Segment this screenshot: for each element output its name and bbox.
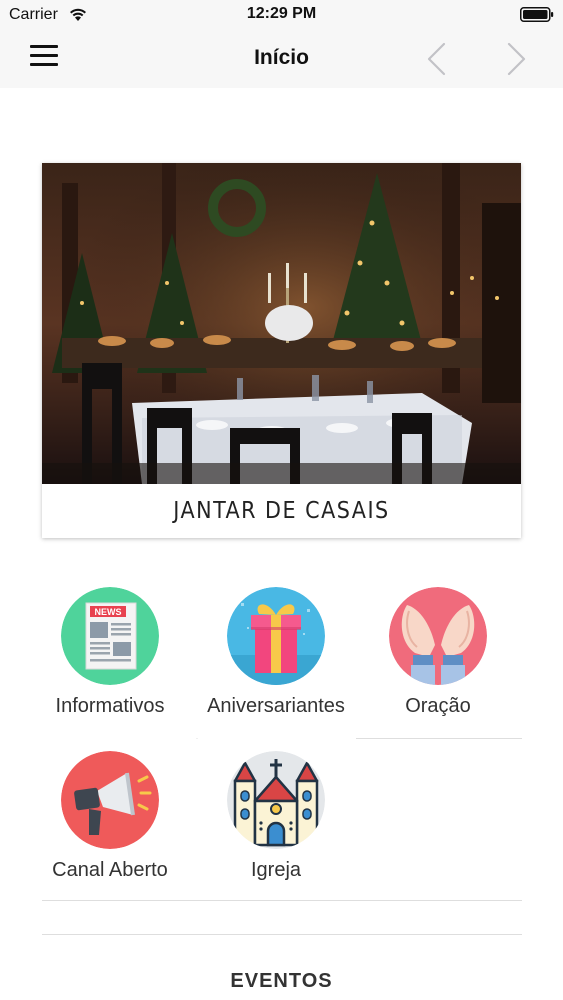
featured-event-image <box>42 163 521 484</box>
menu-item-informativos[interactable]: NEWS Informativos <box>30 587 190 737</box>
menu-item-label: Igreja <box>250 859 302 881</box>
gift-icon <box>227 587 325 685</box>
praying-hands-icon <box>389 587 487 685</box>
chevron-right-icon[interactable] <box>503 41 529 77</box>
featured-event-title: JANTAR DE CASAIS <box>173 498 390 524</box>
menu-item-igreja[interactable]: Igreja <box>196 751 356 901</box>
chevron-left-icon[interactable] <box>424 41 450 77</box>
divider <box>42 934 522 935</box>
newspaper-icon: NEWS <box>61 587 159 685</box>
menu-item-canal-aberto[interactable]: Canal Aberto <box>30 751 190 901</box>
divider <box>356 738 522 739</box>
svg-text:NEWS: NEWS <box>95 607 122 617</box>
status-time: 12:29 PM <box>246 5 317 22</box>
menu-item-label: Informativos <box>55 695 165 717</box>
status-bar: Carrier 12:29 PM <box>0 0 563 30</box>
featured-event-card[interactable]: JANTAR DE CASAIS <box>42 163 521 538</box>
menu-item-label: Oração <box>405 695 471 717</box>
divider <box>196 738 198 739</box>
battery-icon <box>520 7 554 22</box>
church-icon <box>227 751 325 849</box>
hamburger-menu-icon[interactable] <box>30 45 58 69</box>
page-title: Início <box>254 46 309 69</box>
menu-item-oracao[interactable]: Oração <box>358 587 518 737</box>
menu-item-label: Aniversariantes <box>207 695 345 717</box>
events-section-heading: EVENTOS <box>230 970 333 992</box>
menu-item-aniversariantes[interactable]: Aniversariantes <box>196 587 356 737</box>
menu-item-label: Canal Aberto <box>52 859 168 881</box>
navigation-bar: Início <box>0 30 563 88</box>
megaphone-icon <box>61 751 159 849</box>
